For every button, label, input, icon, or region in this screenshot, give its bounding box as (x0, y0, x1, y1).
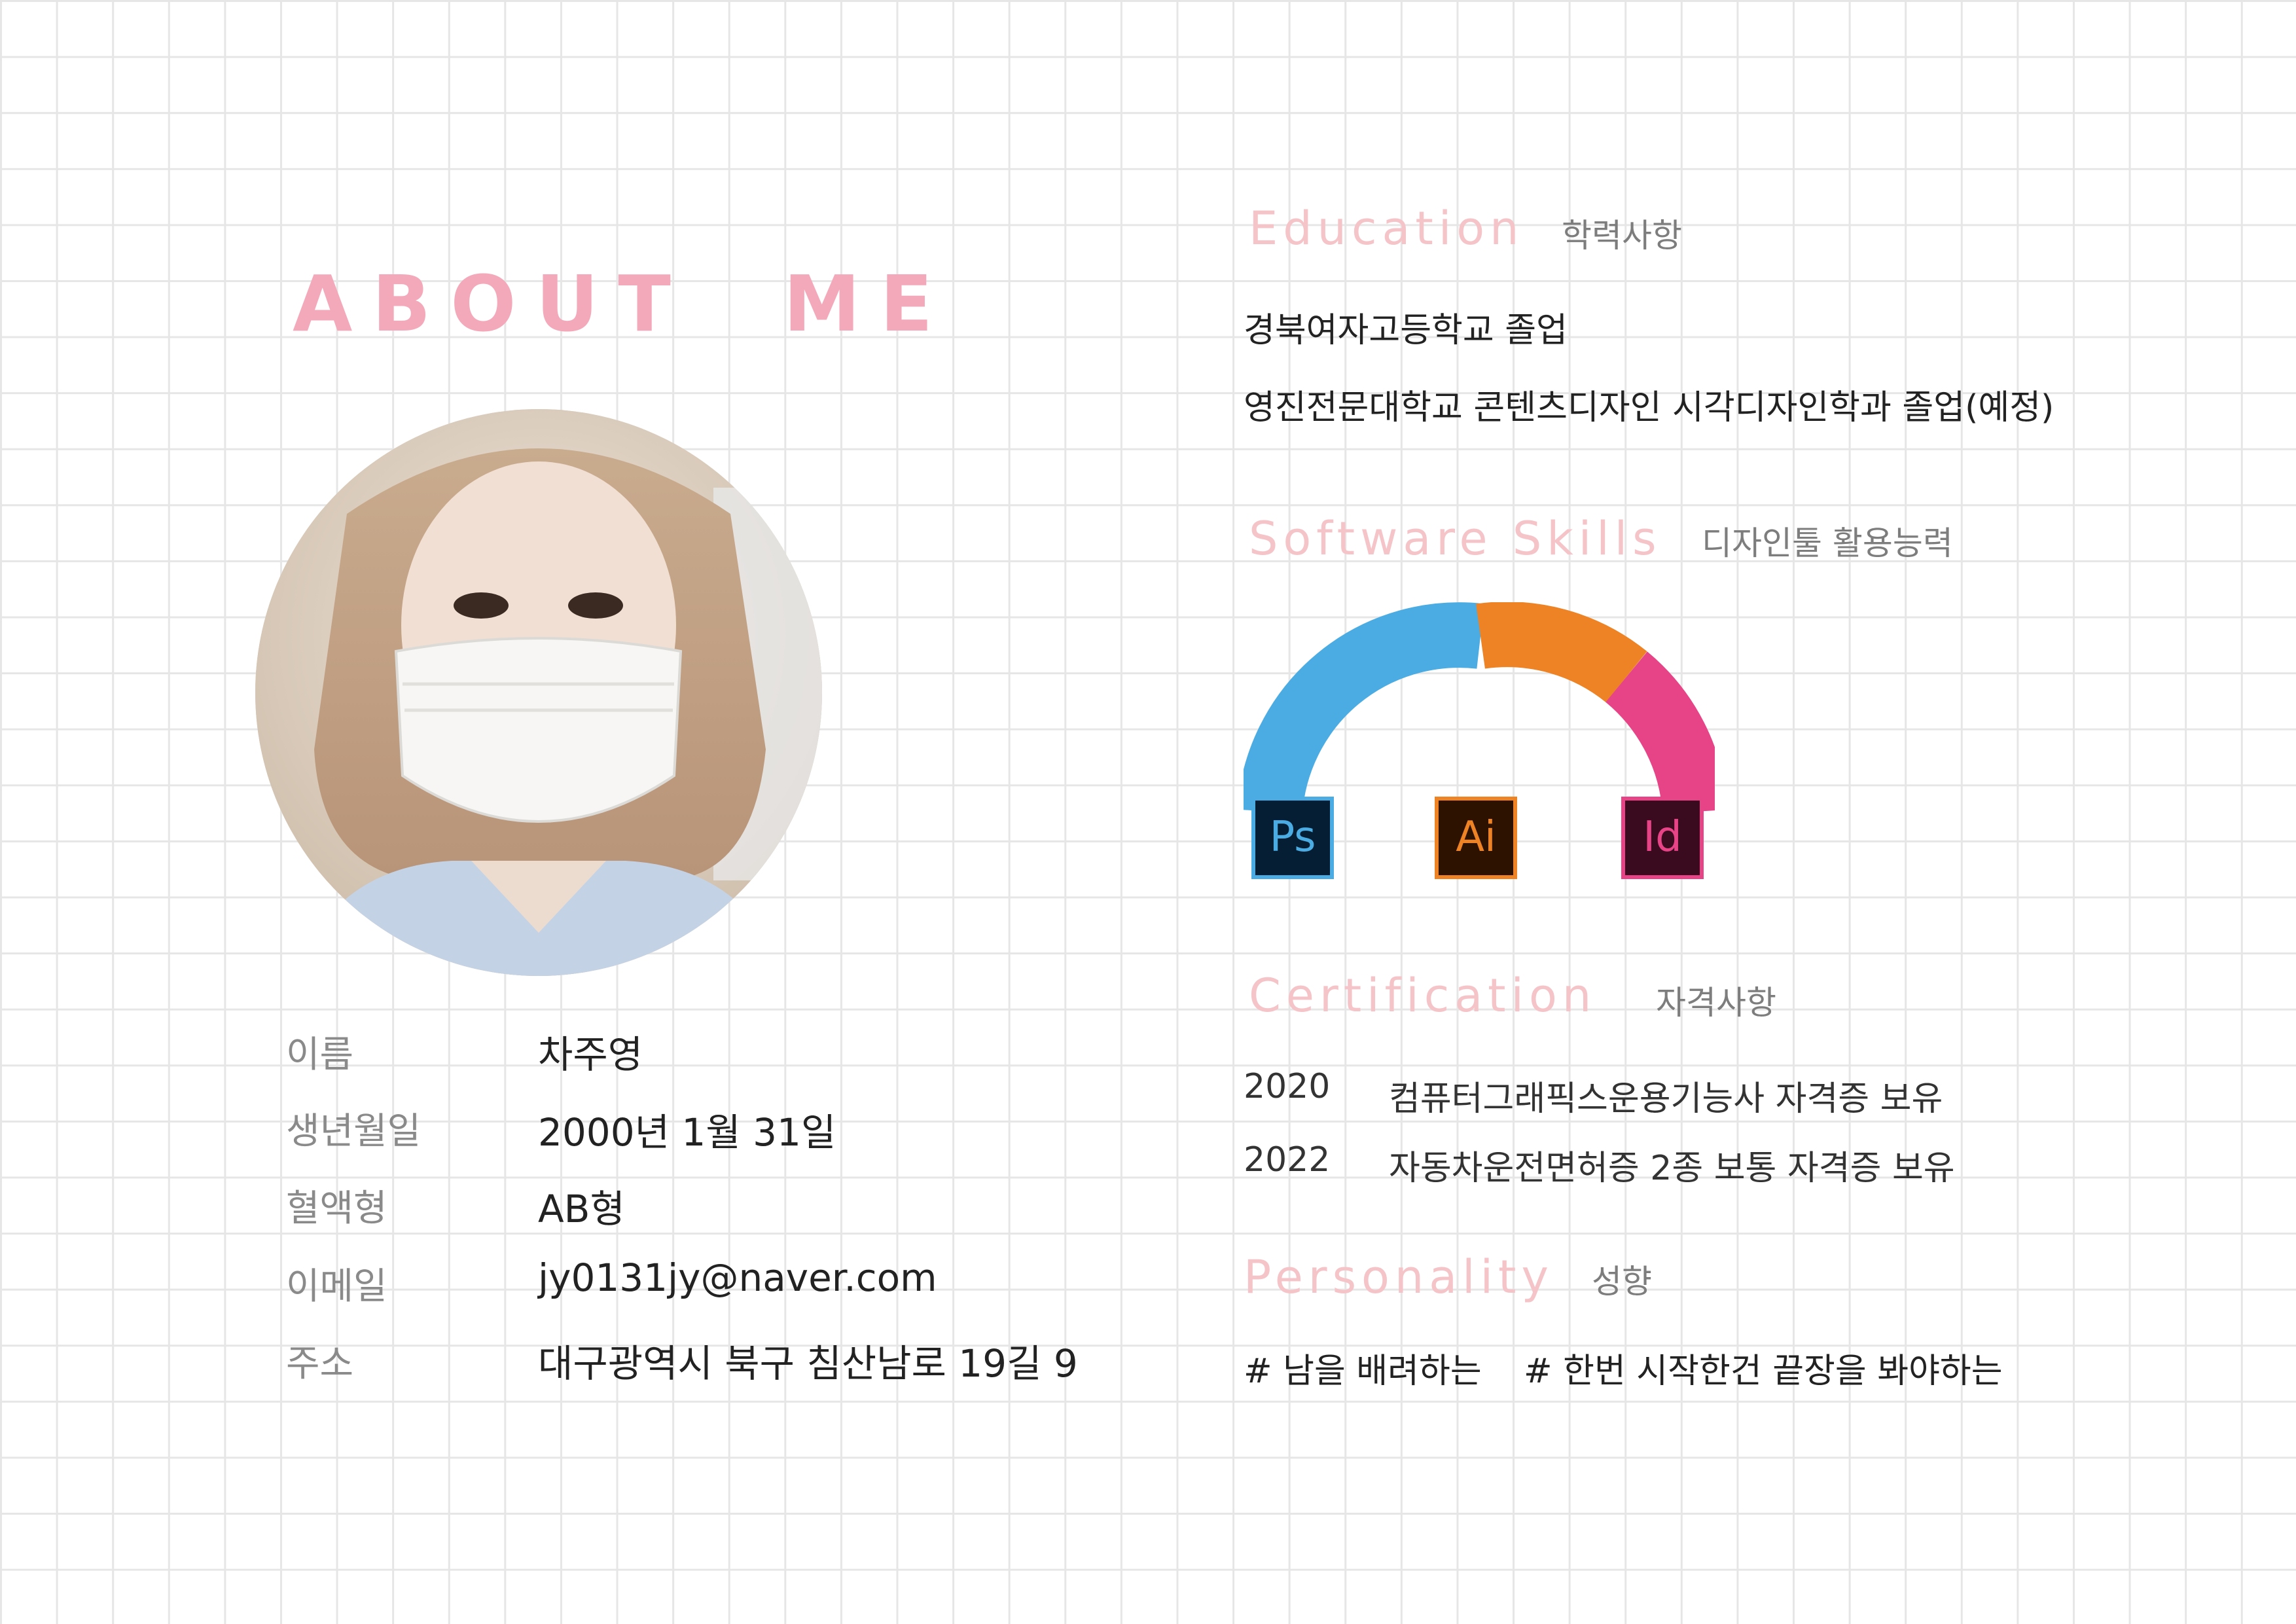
profile-value-address: 대구광역시 북구 침산남로 19길 9 (538, 1341, 1078, 1386)
profile-label-email: 이메일 (286, 1265, 387, 1308)
education-title: Education (1249, 202, 1524, 255)
education-item-1: 경북여자고등학교 졸업 (1244, 311, 1568, 350)
personality-subtitle: 성향 (1592, 1263, 1652, 1301)
photoshop-icon: Ps (1251, 797, 1334, 879)
profile-value-name: 차주영 (538, 1032, 643, 1077)
skill-arc-ai (1476, 602, 1647, 703)
indesign-icon: Id (1621, 797, 1704, 879)
software-title: Software Skills (1249, 512, 1662, 566)
profile-label-birth: 생년월일 (286, 1110, 422, 1153)
cert-item-2: 자동차운전면허증 2종 보통 자격증 보유 (1389, 1149, 1955, 1188)
cert-year-1: 2020 (1244, 1067, 1331, 1106)
skill-arc-id (1605, 651, 1715, 815)
profile-value-blood: AB형 (538, 1187, 625, 1231)
illustrator-icon: Ai (1435, 797, 1517, 879)
education-item-2: 영진전문대학교 콘텐츠디자인 시각디자인학과 졸업(예정) (1244, 388, 2054, 427)
cert-year-2: 2022 (1244, 1140, 1331, 1180)
personality-title: Personality (1244, 1250, 1554, 1304)
profile-photo (255, 409, 822, 976)
personality-tag-2: # 한번 시작한건 끝장을 봐야하는 (1524, 1352, 2003, 1391)
about-me-title: ABOUT ME (293, 259, 953, 349)
software-skill-arc: Ps Ai Id (1244, 602, 1715, 879)
profile-value-birth: 2000년 1월 31일 (538, 1110, 836, 1155)
skill-arc-ps (1244, 602, 1484, 815)
profile-value-email: jy0131jy@naver.com (538, 1255, 937, 1300)
personality-tag-1: # 남을 배려하는 (1244, 1352, 1482, 1391)
software-subtitle: 디자인툴 활용능력 (1702, 524, 1953, 562)
ai-label: Ai (1456, 813, 1496, 861)
id-label: Id (1643, 813, 1682, 861)
ps-label: Ps (1270, 813, 1316, 861)
certification-title: Certification (1249, 969, 1597, 1022)
profile-label-address: 주소 (286, 1343, 354, 1385)
education-subtitle: 학력사항 (1562, 217, 1682, 255)
profile-label-name: 이름 (286, 1034, 354, 1076)
certification-subtitle: 자격사항 (1656, 984, 1776, 1022)
profile-label-blood: 혈액형 (286, 1187, 387, 1230)
cert-item-1: 컴퓨터그래픽스운용기능사 자격증 보유 (1389, 1079, 1943, 1119)
